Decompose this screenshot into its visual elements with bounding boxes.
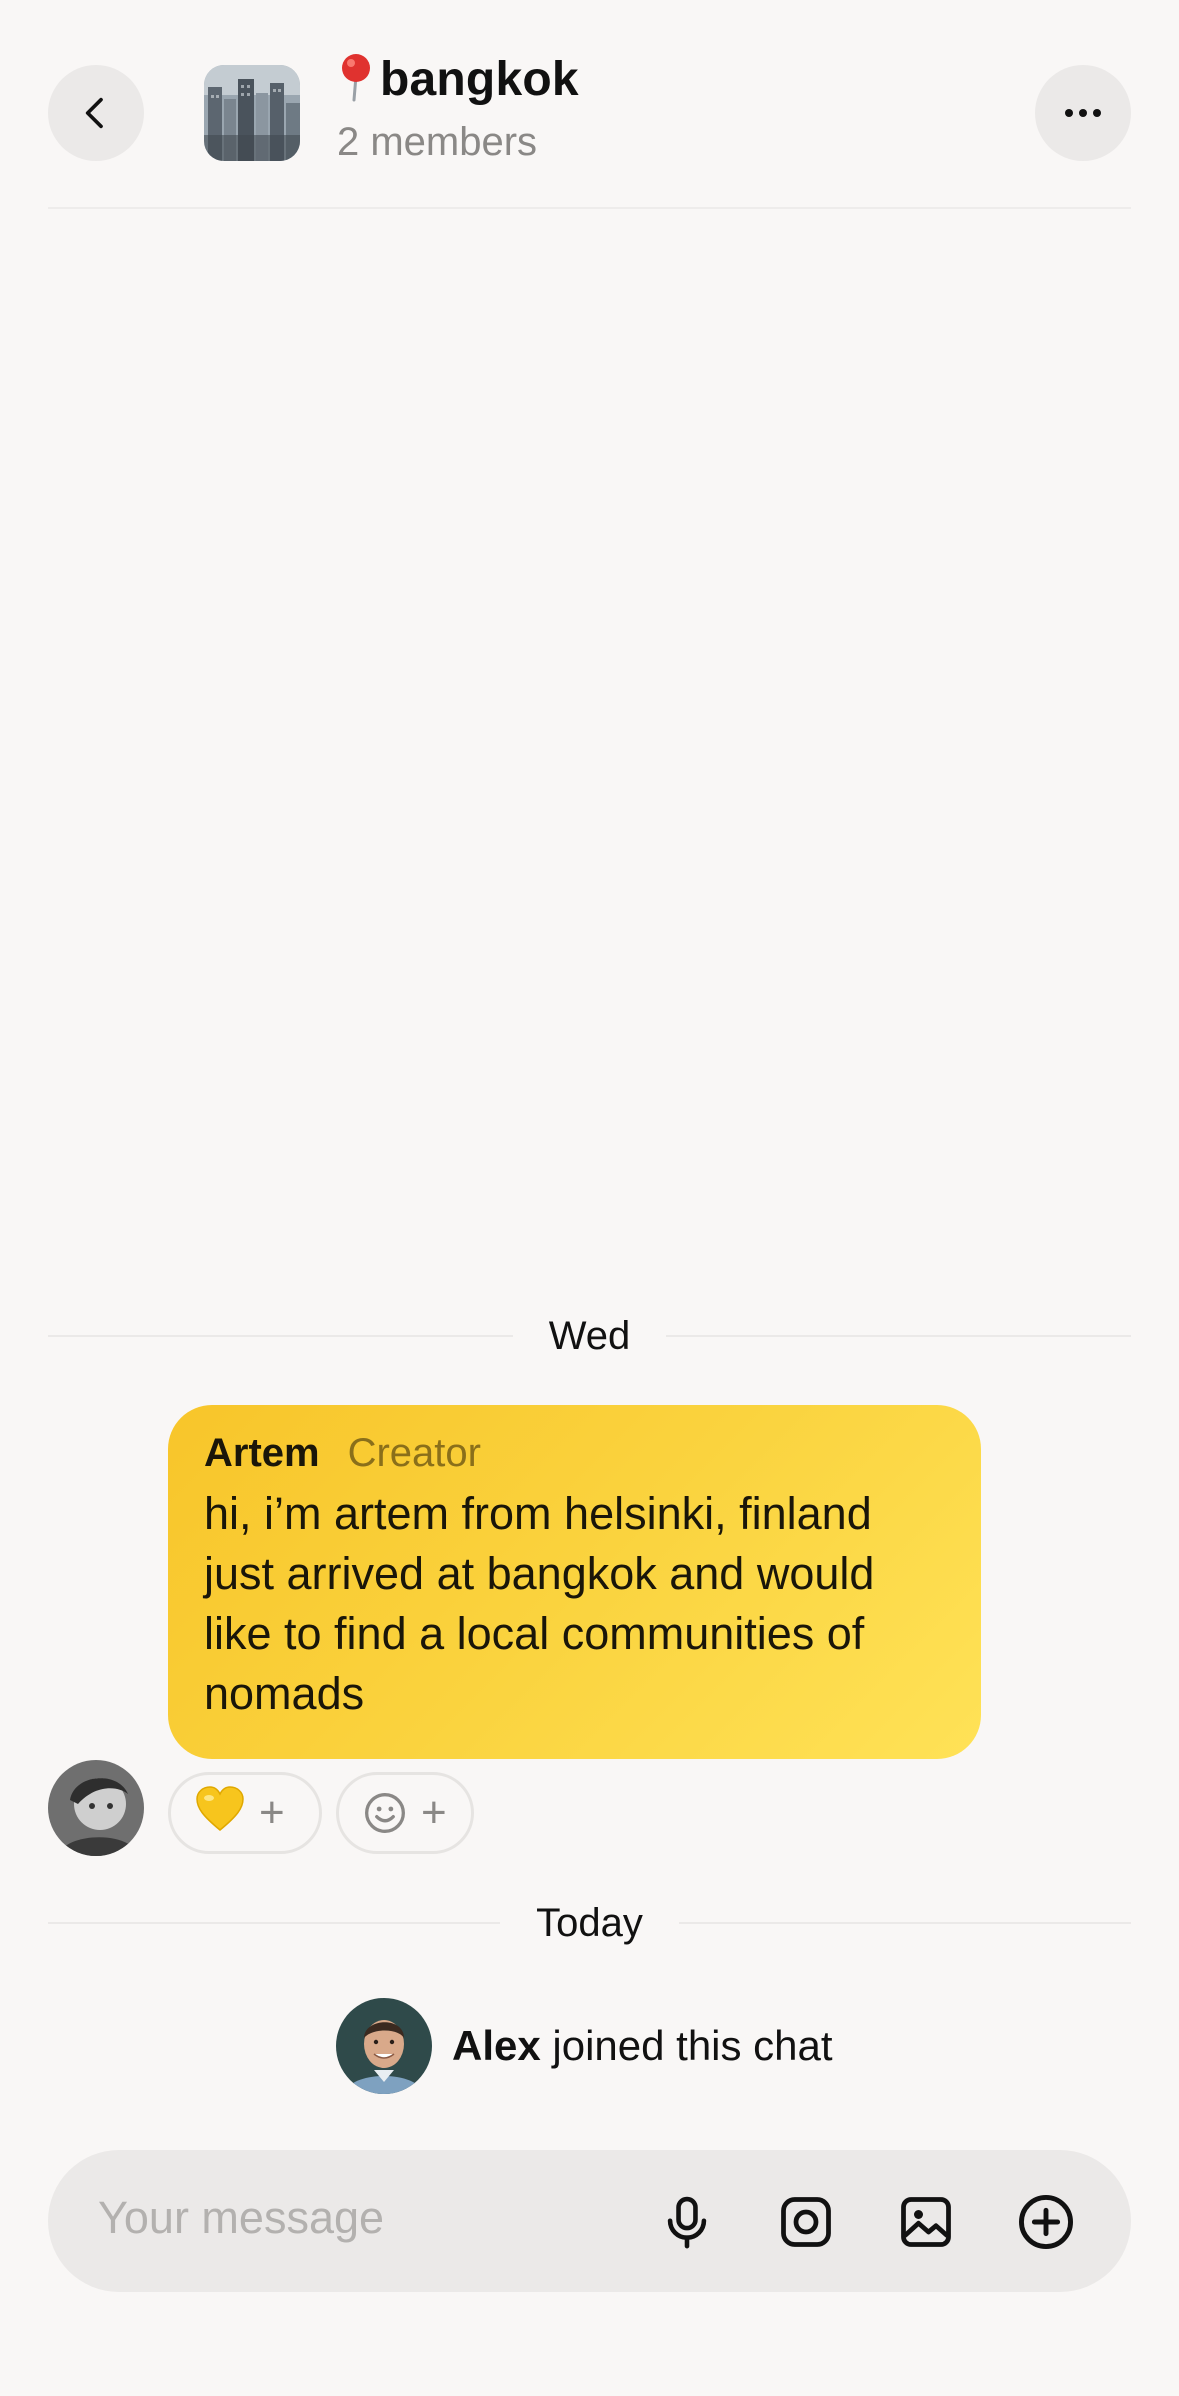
reaction-heart-button[interactable]: + <box>168 1772 322 1854</box>
joined-text: Alex joined this chat <box>452 2022 833 2070</box>
divider-line <box>48 1922 501 1924</box>
city-skyline-image <box>204 65 300 161</box>
message-text: hi, i’m artem from helsinki, finland jus… <box>204 1488 875 1719</box>
microphone-button[interactable] <box>651 2186 723 2258</box>
back-button[interactable] <box>48 65 144 161</box>
smiley-icon <box>365 1793 405 1833</box>
add-reaction-button[interactable]: + <box>336 1772 474 1854</box>
date-label: Wed <box>548 1313 631 1358</box>
message-bubble[interactable]: Artem Creator hi, i’m artem from helsink… <box>168 1405 981 1759</box>
joined-suffix: joined this chat <box>540 2022 833 2069</box>
avatar[interactable] <box>336 1998 432 2094</box>
date-separator: Today <box>48 1893 1131 1953</box>
divider-line <box>48 1335 513 1337</box>
avatar[interactable] <box>48 1760 144 1856</box>
plus-circle-icon <box>1019 2195 1073 2249</box>
user-photo-alex <box>336 1998 432 2094</box>
joined-user-name[interactable]: Alex <box>452 2022 541 2069</box>
message-input[interactable]: Your message <box>98 2192 384 2244</box>
microphone-icon <box>667 2196 707 2249</box>
sender-name[interactable]: Artem <box>204 1431 320 1476</box>
chat-title[interactable]: bangkok <box>336 52 579 107</box>
date-label: Today <box>536 1900 643 1945</box>
chat-title-text: bangkok <box>380 53 579 106</box>
chevron-left-icon <box>85 97 103 129</box>
more-options-button[interactable] <box>1035 65 1131 161</box>
user-photo-artem <box>48 1760 144 1856</box>
ellipsis-icon <box>1065 109 1101 117</box>
reaction-count-plus: + <box>259 1788 285 1837</box>
yellow-heart-icon <box>195 1786 245 1840</box>
date-separator: Wed <box>48 1306 1131 1366</box>
gallery-icon <box>901 2197 951 2247</box>
camera-button[interactable] <box>770 2186 842 2258</box>
system-message-joined: Alex joined this chat <box>336 1998 833 2094</box>
camera-icon <box>781 2197 831 2247</box>
pin-icon <box>336 52 376 107</box>
member-count[interactable]: 2 members <box>337 120 537 165</box>
header-divider <box>48 207 1131 209</box>
add-reaction-plus: + <box>421 1788 447 1837</box>
divider-line <box>666 1335 1131 1337</box>
gallery-button[interactable] <box>890 2186 962 2258</box>
attach-button[interactable] <box>1010 2186 1082 2258</box>
divider-line <box>678 1922 1131 1924</box>
group-avatar[interactable] <box>204 65 300 161</box>
sender-role-badge: Creator <box>347 1431 481 1475</box>
